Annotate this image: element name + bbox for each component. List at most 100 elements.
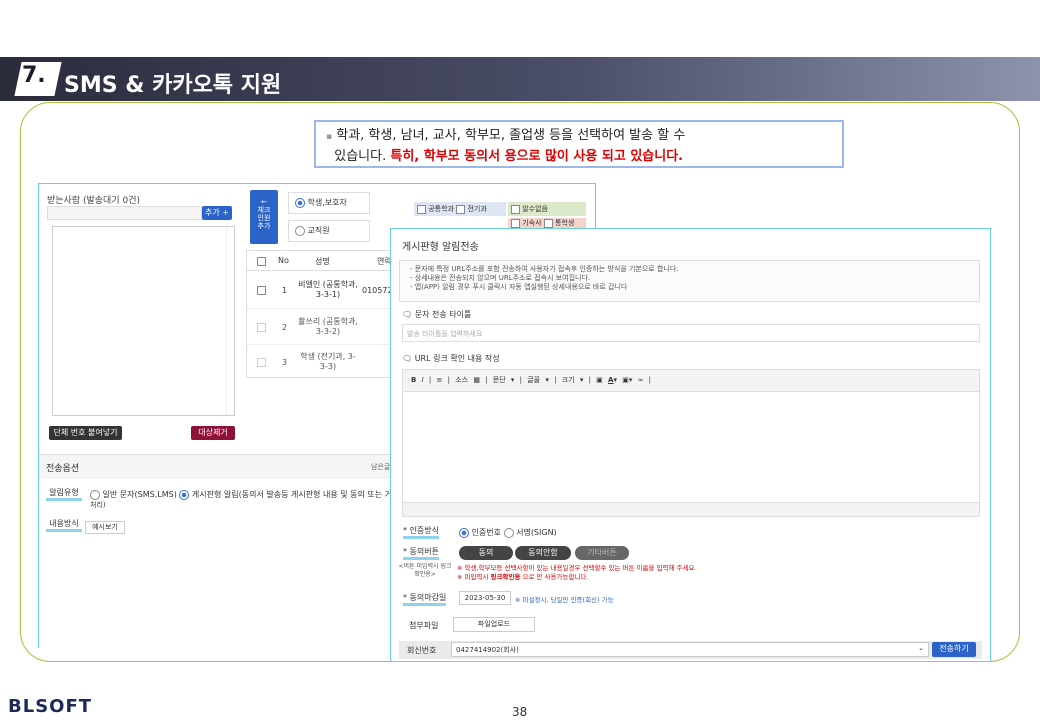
info-line-2: - 상세내용은 전송되지 않으며 URL주소로 접속시 보여집니다. xyxy=(410,274,591,282)
table-row[interactable]: 1 비엘인 (공통학과, 3-3-1) 010572 xyxy=(247,273,393,309)
remove-target-label: 대상제거 xyxy=(198,428,228,437)
table-header: No 성명 연락 xyxy=(247,251,392,271)
title-label: 문자 전송 타이틀 xyxy=(414,310,472,319)
filter-check-0[interactable] xyxy=(417,204,426,214)
table-icon[interactable]: ▦ xyxy=(473,376,480,384)
title-section-label: 🗨 문자 전송 타이틀 xyxy=(402,309,471,320)
row-name: 비엘인 (공통학과, 3-3-1) xyxy=(298,280,358,299)
bulk-paste-button[interactable]: 단체 번호 붙여넣기 xyxy=(49,426,122,440)
row-no: 3 xyxy=(282,358,288,367)
filter-check-1[interactable] xyxy=(456,204,466,214)
auth-sign-radio[interactable] xyxy=(503,527,514,538)
filter-check-3[interactable] xyxy=(511,218,520,228)
add-recipient-button[interactable]: 추가 + xyxy=(202,206,232,220)
remaining-chars: 남은글 xyxy=(371,463,391,471)
size-select[interactable]: 크기 xyxy=(562,376,575,384)
recipient-list[interactable] xyxy=(52,226,235,416)
row-checkbox-2[interactable] xyxy=(257,323,266,332)
type-board-label: 게시판형 알림(동의서 발송등 게시판형 내용 및 동의 또는 거 xyxy=(191,490,390,499)
auth-label: * 인증방식 xyxy=(403,526,439,539)
italic-icon[interactable]: I xyxy=(422,376,424,384)
preview-button[interactable]: 예시보기 xyxy=(85,521,125,534)
reply-number-select[interactable]: 0427414902(회사) ⌄ xyxy=(451,642,929,657)
option-staff[interactable]: 교직원 xyxy=(288,220,370,242)
feature-note: ▪ 학과, 학생, 남녀, 교사, 학부모, 졸업생 등을 선택하여 발송 할 … xyxy=(314,120,844,168)
paragraph-select[interactable]: 문단 xyxy=(493,376,506,384)
agree-sub-label: <버튼 미입력시 링크확인용> xyxy=(398,563,452,578)
row-phone: 010572 xyxy=(362,286,393,295)
filter-check-2[interactable] xyxy=(511,204,520,214)
message-title-input[interactable]: 발송 타이틀을 입력하세요 xyxy=(402,324,980,342)
agree-note-1: ※ 학생,학부모등 선택사항이 있는 내용일경우 선택할수 있는 버튼 이름을 … xyxy=(457,564,695,572)
list-icon[interactable]: ≡ xyxy=(436,376,442,384)
modal-info-box: - 문자에 특정 URL주소를 포함 전송하여 사용자가 접속후 인증하는 방식… xyxy=(399,260,980,302)
student-parent-radio[interactable] xyxy=(295,197,305,208)
type-label: 알림유형 xyxy=(46,488,82,501)
table-row[interactable]: 2 촬쓰리 (공통학과, 3-3-2) xyxy=(247,311,392,345)
agree-button[interactable]: 동의 xyxy=(459,546,513,560)
bg-color-icon[interactable]: ▣ xyxy=(622,376,629,384)
deadline-input[interactable]: 2023-05-30 xyxy=(459,591,511,605)
agree-note-2a: ※ 미입력시 xyxy=(457,573,491,581)
auth-options: 인증번호 서명(SIGN) xyxy=(459,527,557,538)
table-row[interactable]: 3 학생 (전기과, 3-3-3) xyxy=(247,347,392,379)
font-select[interactable]: 글꼴 xyxy=(527,376,540,384)
file-upload-button[interactable]: 파일업로드 xyxy=(453,617,535,632)
recipient-input[interactable] xyxy=(47,206,202,220)
other-button[interactable]: 기타버튼 xyxy=(575,546,629,560)
bold-icon[interactable]: B xyxy=(411,376,416,384)
toolbar-sep: | xyxy=(519,376,522,384)
deadline-note: ※ 미설정시, 당일만 인증(회신) 가능 xyxy=(515,596,614,604)
reply-label: 회신번호 xyxy=(407,646,437,655)
student-parent-label: 학생,보호자 xyxy=(307,198,347,207)
chevron-down-icon[interactable]: ▾ xyxy=(613,376,617,384)
agree-notes: ※ 학생,학부모등 선택사항이 있는 내용일경우 선택할수 있는 버튼 이름을 … xyxy=(457,564,694,582)
chevron-down-icon[interactable]: ▾ xyxy=(629,376,633,384)
auth-code-radio[interactable] xyxy=(459,527,469,538)
note-line2: 있습니다. xyxy=(334,149,391,164)
agree-label: * 동의버튼 xyxy=(403,547,439,560)
check-add-button[interactable]: ← 체크 인원 추가 xyxy=(250,190,278,244)
filter-label-1: 전기과 xyxy=(467,205,487,213)
note-line1: 학과, 학생, 남녀, 교사, 학부모, 졸업생 등을 선택하여 발송 할 수 xyxy=(336,128,686,143)
staff-radio[interactable] xyxy=(295,225,305,236)
recipients-label: 받는사람 (발송대기 0건) xyxy=(47,196,140,206)
send-button[interactable]: 전송하기 xyxy=(932,642,976,657)
image-icon[interactable]: ▣ xyxy=(596,376,603,384)
deadline-label: * 동의마감일 xyxy=(403,593,447,606)
chevron-down-icon[interactable]: ▾ xyxy=(511,376,515,384)
editor-statusbar xyxy=(403,502,979,516)
list-scrollbar[interactable] xyxy=(226,227,234,415)
file-label: 첨부파일 xyxy=(409,621,439,630)
agree-note-2b: 링크확인용 xyxy=(490,573,521,581)
option-student-parent[interactable]: 학생,보호자 xyxy=(288,192,370,214)
link-icon[interactable]: ∞ xyxy=(638,376,644,384)
modal-title: 게시판형 알림전송 xyxy=(402,242,479,253)
toolbar-sep: | xyxy=(588,376,591,384)
source-button[interactable]: 소스 xyxy=(455,376,468,384)
title-placeholder: 발송 타이틀을 입력하세요 xyxy=(407,330,483,338)
section-title: SMS & 카카오톡 지원 xyxy=(64,73,282,98)
page-number: 38 xyxy=(512,705,528,719)
toolbar-sep: | xyxy=(554,376,557,384)
info-line-3: - 앱(APP) 알림 경우 푸시 클릭시 자동 앱실행된 상세내용으로 바로 … xyxy=(410,283,628,291)
disagree-button[interactable]: 동의안함 xyxy=(515,546,571,560)
bulk-paste-label: 단체 번호 붙여넣기 xyxy=(53,428,118,437)
filter-check-4[interactable] xyxy=(543,218,553,228)
agree-note-2c: 으로 만 사용가능합니다. xyxy=(520,573,589,581)
type-sms-radio[interactable] xyxy=(90,489,100,500)
student-table: No 성명 연락 1 비엘인 (공통학과, 3-3-1) 010572 2 촬쓰… xyxy=(246,250,393,379)
content-method-label: 내용방식 xyxy=(46,519,82,532)
remove-target-button[interactable]: 대상제거 xyxy=(191,426,235,440)
row-checkbox-3[interactable] xyxy=(257,358,266,367)
chevron-down-icon[interactable]: ▾ xyxy=(580,376,584,384)
col-no: No xyxy=(278,256,289,265)
row-checkbox-1[interactable] xyxy=(257,286,266,295)
type-board-radio[interactable] xyxy=(179,489,190,500)
col-name: 성명 xyxy=(315,257,330,266)
select-all-checkbox[interactable] xyxy=(257,257,266,266)
editor-toolbar: B I | ≡ | 소스 ▦ | 문단 ▾ | 글꼴 ▾ | 크기 ▾ | ▣ … xyxy=(403,370,979,392)
rich-text-editor[interactable]: B I | ≡ | 소스 ▦ | 문단 ▾ | 글꼴 ▾ | 크기 ▾ | ▣ … xyxy=(402,369,980,517)
type-options: 일반 문자(SMS,LMS) 게시판형 알림(동의서 발송등 게시판형 내용 및… xyxy=(90,489,390,500)
chevron-down-icon[interactable]: ▾ xyxy=(545,376,549,384)
